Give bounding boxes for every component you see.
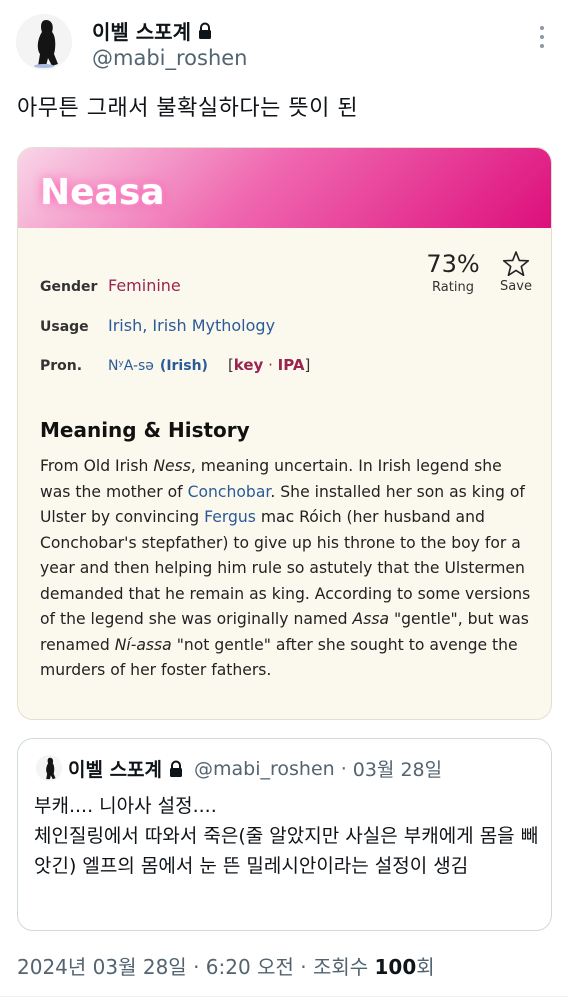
quote-meta: 이벨 스포계 @mabi_roshen · 03월 28일 (68, 755, 442, 782)
gender-row: Gender Feminine (40, 276, 181, 295)
display-name-text[interactable]: 이벨 스포계 (92, 16, 191, 45)
save-button[interactable]: Save (496, 250, 536, 294)
card-body: 73% Rating Save Gender Feminine Usage Ir… (18, 228, 551, 719)
bracket-close: ] (304, 356, 311, 374)
pronunciation-row: Pron. NʸA-sə (Irish) [key · IPA] (40, 356, 310, 374)
quote-handle[interactable]: @mabi_roshen (194, 758, 335, 780)
quote-line-2: 체인질링에서 따와서 죽은(줄 알았지만 사실은 부캐에게 몸을 빼앗긴) 엘프… (34, 825, 539, 877)
tweet-text: 아무튼 그래서 불확실하다는 뜻이 된 (17, 96, 359, 121)
ipa-link[interactable]: IPA (278, 356, 305, 374)
gender-label: Gender (40, 279, 98, 295)
handle[interactable]: @mabi_roshen (92, 46, 248, 70)
pron-language: (Irish) (159, 358, 208, 374)
rating-label: Rating (432, 280, 474, 295)
conchobar-link[interactable]: Conchobar (188, 483, 271, 501)
usage-label: Usage (40, 319, 89, 335)
quote-dot: · (340, 757, 347, 780)
term-assa: Assa (352, 610, 390, 628)
attached-image-card[interactable]: Neasa 73% Rating Save Gender Feminine Us… (17, 147, 552, 720)
usage-irish-link[interactable]: Irish (108, 316, 142, 335)
save-label: Save (500, 279, 532, 294)
display-name[interactable]: 이벨 스포계 (92, 16, 213, 45)
views-label: 조회수 (312, 955, 375, 979)
meaning-history-text: From Old Irish Ness, meaning uncertain. … (40, 457, 531, 679)
quote-avatar[interactable] (36, 755, 62, 781)
avatar-figure (36, 755, 62, 781)
star-icon (502, 251, 530, 277)
quote-text: 부캐.... 니아사 설정.... 체인질링에서 따와서 죽은(줄 알았지만 사… (34, 791, 539, 881)
views-suffix: 회 (416, 955, 435, 979)
more-icon[interactable] (538, 26, 546, 48)
usage-separator: , (142, 316, 153, 335)
pron-value[interactable]: NʸA-sə (108, 358, 154, 374)
tweet-timestamp: 2024년 03월 28일 · 6:20 오전 · 조회수 100회 (17, 955, 435, 979)
fergus-link[interactable]: Fergus (204, 508, 256, 526)
avatar[interactable] (16, 14, 72, 70)
rating-widget[interactable]: 73% Rating (426, 250, 480, 295)
avatar-figure (16, 14, 72, 70)
usage-mythology-link[interactable]: Irish Mythology (152, 316, 275, 335)
quote-display-name[interactable]: 이벨 스포계 (68, 755, 162, 782)
gender-value[interactable]: Feminine (108, 276, 181, 295)
quote-date[interactable]: 03월 28일 (353, 755, 442, 782)
divider (0, 996, 568, 997)
term-ness: Ness (153, 457, 191, 475)
views-count: 100 (374, 955, 417, 979)
rating-value: 73% (426, 250, 480, 278)
post-date[interactable]: 2024년 03월 28일 (17, 955, 187, 979)
key-dot: · (263, 356, 278, 374)
pron-key-group: [key · IPA] (228, 356, 310, 374)
key-link[interactable]: key (234, 356, 264, 374)
name-title: Neasa (40, 172, 165, 213)
term-niassa: Ní-assa (114, 635, 172, 654)
quoted-tweet[interactable]: 이벨 스포계 @mabi_roshen · 03월 28일 부캐.... 니아사… (17, 738, 552, 931)
usage-row: Usage Irish , Irish Mythology (40, 316, 275, 335)
pron-label: Pron. (40, 358, 83, 374)
quote-line-1: 부캐.... 니아사 설정.... (34, 795, 217, 817)
tweet-header: 이벨 스포계 @mabi_roshen (16, 14, 552, 78)
post-time[interactable]: 6:20 오전 (206, 955, 294, 979)
section-title: Meaning & History (40, 418, 250, 442)
card-header: Neasa (18, 148, 551, 228)
lock-icon (198, 22, 211, 39)
lock-icon (170, 760, 183, 777)
